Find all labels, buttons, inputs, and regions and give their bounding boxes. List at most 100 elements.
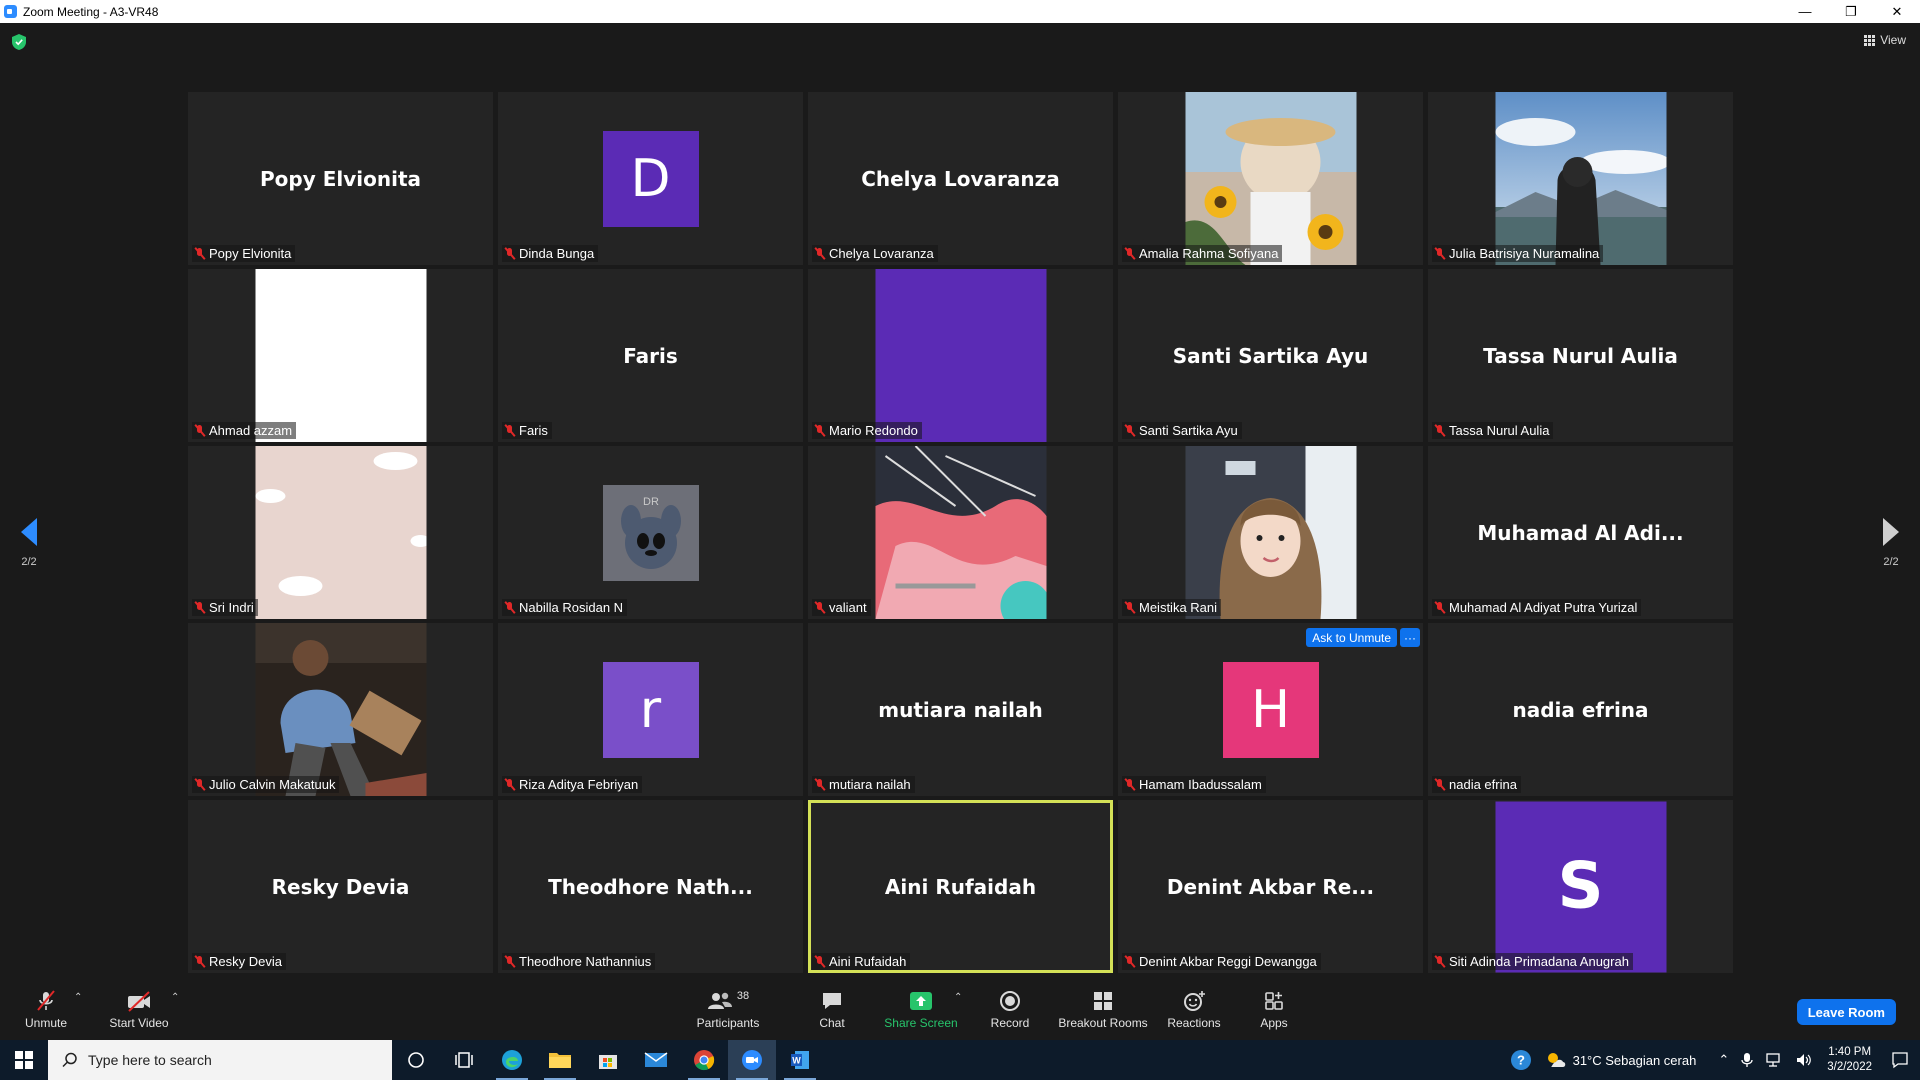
search-placeholder: Type here to search [88,1052,212,1068]
mic-muted-icon [194,955,206,969]
cortana-button[interactable] [392,1040,440,1080]
participant-tile[interactable]: Tassa Nurul Aulia Tassa Nurul Aulia [1428,269,1733,442]
more-options-button[interactable]: ··· [1400,628,1420,647]
participant-tile[interactable]: S Siti Adinda Primadana Anugrah [1428,800,1733,973]
start-button[interactable] [0,1040,48,1080]
taskbar-file-explorer[interactable] [536,1040,584,1080]
help-icon: ? [1510,1050,1531,1070]
participant-tile[interactable]: Resky Devia Resky Devia [188,800,493,973]
notifications-button[interactable] [1880,1040,1920,1080]
title-bar: Zoom Meeting - A3-VR48 — ❐ ✕ [0,0,1920,23]
zoom-icon [742,1050,762,1070]
participant-display-name: Popy Elvionita [259,166,421,191]
apps-button[interactable]: Apps [1256,988,1292,1030]
participant-tile[interactable]: Theodhore Nath... Theodhore Nathannius [498,800,803,973]
microphone-in-use-icon[interactable] [1741,1052,1753,1068]
participant-tile[interactable]: r Riza Aditya Febriyan [498,623,803,796]
participant-tile[interactable]: nadia efrina nadia efrina [1428,623,1733,796]
participant-tile[interactable]: Faris Faris [498,269,803,442]
page-indicator-left: 2/2 [21,556,37,568]
edge-browser-icon [502,1050,522,1070]
participant-tile[interactable]: mutiara nailah mutiara nailah [808,623,1113,796]
mic-muted-icon [1124,601,1136,615]
ask-to-unmute-button[interactable]: Ask to Unmute [1306,628,1397,647]
participant-name-label: Tassa Nurul Aulia [1432,422,1554,439]
share-screen-button[interactable]: Share Screen [882,988,960,1030]
audio-options-caret-icon[interactable]: ⌃ [74,992,82,1003]
weather-widget[interactable]: 31°C Sebagian cerah [1545,1051,1697,1069]
participant-tile[interactable]: Popy Elvionita Popy Elvionita [188,92,493,265]
chat-button[interactable]: Chat [812,988,852,1030]
participant-tile[interactable]: Chelya Lovaranza Chelya Lovaranza [808,92,1113,265]
avatar: S [1495,801,1666,972]
participant-tile[interactable]: H Hamam Ibadussalam Ask to Unmute ··· [1118,623,1423,796]
mic-muted-icon [1434,955,1446,969]
previous-page-button[interactable]: 2/2 [14,518,44,568]
participant-tile[interactable]: Julia Batrisiya Nuramalina [1428,92,1733,265]
profile-picture [1495,92,1670,265]
next-page-button[interactable]: 2/2 [1876,518,1906,568]
participant-name: Resky Devia [209,954,282,969]
weather-text: 31°C Sebagian cerah [1572,1052,1697,1068]
participant-name: Aini Rufaidah [829,954,907,969]
participant-tile[interactable]: Ahmad azzam [188,269,493,442]
taskbar-clock[interactable]: 1:40 PM 3/2/2022 [1827,1045,1872,1075]
reactions-button[interactable]: Reactions [1166,988,1222,1030]
participant-name-label: Julia Batrisiya Nuramalina [1432,245,1604,262]
taskbar-word[interactable]: W [776,1040,824,1080]
participant-tile[interactable]: Amalia Rahma Sofiyana [1118,92,1423,265]
taskbar-store[interactable] [584,1040,632,1080]
participant-name: Faris [519,423,548,438]
participant-tile[interactable]: DR Nabilla Rosidan N [498,446,803,619]
taskbar-edge[interactable] [488,1040,536,1080]
participant-tile[interactable]: Aini Rufaidah Aini Rufaidah [808,800,1113,973]
participant-display-name: Resky Devia [271,874,410,899]
record-button[interactable]: Record [985,988,1035,1030]
breakout-rooms-button[interactable]: Breakout Rooms [1057,988,1149,1030]
mic-muted-icon [1124,778,1136,792]
taskbar-mail[interactable] [632,1040,680,1080]
taskbar-search-box[interactable]: Type here to search [48,1040,392,1080]
participant-tile[interactable]: Denint Akbar Re... Denint Akbar Reggi Dew… [1118,800,1423,973]
view-button[interactable]: View [1864,33,1906,47]
participant-tile[interactable]: Meistika Rani [1118,446,1423,619]
window-title: Zoom Meeting - A3-VR48 [23,4,159,19]
share-screen-icon [910,992,932,1010]
leave-room-button[interactable]: Leave Room [1796,999,1896,1025]
close-button[interactable]: ✕ [1874,0,1920,23]
task-view-button[interactable] [440,1040,488,1080]
video-options-caret-icon[interactable]: ⌃ [171,992,179,1003]
help-button[interactable]: ? [1497,1040,1545,1080]
mic-muted-icon [504,247,516,261]
clock-time: 1:40 PM [1828,1046,1872,1058]
restore-button[interactable]: ❐ [1828,0,1874,23]
encryption-shield-icon[interactable] [12,34,26,50]
participant-tile[interactable]: Mario Redondo [808,269,1113,442]
avatar: r [602,661,699,758]
windows-taskbar: Type here to search W ? 31°C Sebagian ce… [0,1040,1920,1080]
folder-icon [549,1053,571,1068]
minimize-button[interactable]: — [1782,0,1828,23]
participants-button[interactable]: 38 Participants [694,988,762,1030]
participant-name-label: Mario Redondo [812,422,922,439]
show-hidden-icons-chevron-icon[interactable]: ⌃ [1718,1052,1729,1068]
participant-name-label: Julio Calvin Makatuuk [192,776,340,793]
participant-tile[interactable]: valiant [808,446,1113,619]
volume-icon[interactable] [1795,1052,1813,1068]
participant-name: Denint Akbar Reggi Dewangga [1139,954,1317,969]
participant-name: Mario Redondo [829,423,918,438]
participant-tile[interactable]: Muhamad Al Adi... Muhamad Al Adiyat Putra… [1428,446,1733,619]
participant-tile[interactable]: Sri Indri [188,446,493,619]
participant-tile[interactable]: Julio Calvin Makatuuk [188,623,493,796]
start-video-button[interactable]: Start Video [106,988,172,1030]
participants-label: Participants [696,1016,760,1030]
chat-label: Chat [819,1016,845,1030]
arrow-right-icon [1883,518,1899,546]
taskbar-chrome[interactable] [680,1040,728,1080]
taskbar-zoom[interactable] [728,1040,776,1080]
share-options-caret-icon[interactable]: ⌃ [954,992,962,1003]
unmute-button[interactable]: Unmute [22,988,70,1030]
participant-tile[interactable]: D Dinda Bunga [498,92,803,265]
participant-tile[interactable]: Santi Sartika Ayu Santi Sartika Ayu [1118,269,1423,442]
network-icon[interactable] [1765,1052,1783,1068]
